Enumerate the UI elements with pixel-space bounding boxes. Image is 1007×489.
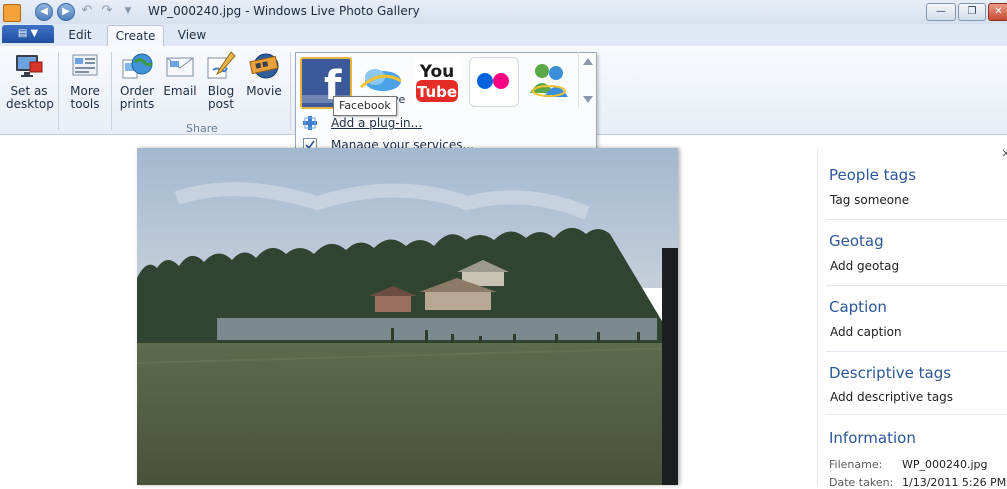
restore-button[interactable]: ❐: [958, 3, 986, 21]
pen-icon: [205, 50, 237, 82]
pane-divider: [826, 219, 1007, 220]
geotag-heading: Geotag: [829, 232, 884, 250]
more-tools-button[interactable]: More tools: [63, 50, 107, 111]
pane-divider: [826, 414, 1007, 415]
filename-value: WP_000240.jpg: [902, 458, 988, 471]
scroll-down-icon[interactable]: [583, 96, 593, 103]
tab-view[interactable]: View: [171, 25, 213, 45]
youtube-icon[interactable]: You Tube: [413, 57, 461, 105]
redo-icon[interactable]: ↷: [99, 3, 115, 19]
add-plugin-label: Add a plug-in...: [331, 116, 423, 130]
add-descriptive-tags-link[interactable]: Add descriptive tags: [830, 390, 953, 404]
film-icon: [248, 50, 280, 82]
window-title: WP_000240.jpg - Windows Live Photo Galle…: [148, 4, 420, 18]
more-tools-label: More tools: [70, 84, 100, 111]
add-caption-link[interactable]: Add caption: [830, 325, 902, 339]
descriptive-tags-heading: Descriptive tags: [829, 364, 952, 382]
email-label: Email: [163, 84, 197, 98]
undo-icon[interactable]: ↶: [79, 3, 95, 19]
title-bar: ◀ ▶ ↶ ↷ ▼ WP_000240.jpg - Windows Live P…: [0, 0, 1007, 25]
customize-toolbar-icon[interactable]: ▼: [120, 3, 136, 19]
scroll-up-icon[interactable]: [583, 58, 593, 65]
minimize-button[interactable]: —: [926, 3, 956, 21]
close-button[interactable]: ✕: [988, 3, 1007, 21]
tab-edit[interactable]: Edit: [62, 25, 98, 45]
ribbon-separator: [111, 52, 112, 130]
tag-someone-link[interactable]: Tag someone: [830, 193, 909, 207]
date-taken-label: Date taken:: [829, 476, 894, 489]
filename-label: Filename:: [829, 458, 883, 471]
date-taken-value: 1/13/2011 5:26 PM: [902, 476, 1007, 489]
movie-label: Movie: [246, 84, 282, 98]
back-icon[interactable]: ◀: [35, 3, 53, 21]
add-geotag-link[interactable]: Add geotag: [830, 259, 899, 273]
photo-preview[interactable]: [137, 148, 678, 485]
blog-post-button[interactable]: Blog post: [202, 50, 240, 111]
youtube-tube-text: Tube: [417, 83, 457, 101]
add-plugin-menu-item[interactable]: Add a plug-in...: [297, 113, 594, 133]
close-pane-icon[interactable]: ×: [1001, 146, 1007, 160]
information-heading: Information: [829, 429, 916, 447]
plugin-icon: [303, 116, 317, 130]
tab-create[interactable]: Create: [107, 25, 164, 46]
ribbon-tab-row: ▤ ▼ Edit Create View: [0, 24, 1007, 46]
people-tags-heading: People tags: [829, 166, 917, 184]
monitor-icon: [13, 50, 45, 82]
ribbon-separator: [290, 52, 291, 130]
caption-heading: Caption: [829, 298, 887, 316]
pane-divider: [826, 285, 1007, 286]
envelope-icon: [164, 50, 196, 82]
set-as-desktop-label: Set as desktop: [6, 84, 54, 111]
share-group-label: Share: [186, 122, 218, 135]
app-icon[interactable]: [3, 4, 21, 22]
forward-icon[interactable]: ▶: [57, 3, 75, 21]
movie-button[interactable]: Movie: [244, 50, 284, 98]
email-button[interactable]: Email: [162, 50, 198, 98]
messenger-icon[interactable]: [525, 57, 573, 105]
services-scrollbar[interactable]: [578, 52, 596, 108]
file-menu-button[interactable]: ▤ ▼: [2, 25, 54, 43]
globe-icon: [121, 50, 153, 82]
youtube-you-text: You: [419, 62, 455, 82]
order-prints-button[interactable]: Order prints: [117, 50, 157, 111]
blog-post-label: Blog post: [207, 84, 235, 111]
ribbon-separator: [58, 52, 59, 130]
facebook-tooltip: Facebook: [333, 96, 397, 116]
order-prints-label: Order prints: [119, 84, 155, 111]
tools-icon: [69, 50, 101, 82]
flickr-icon[interactable]: [469, 57, 519, 107]
set-as-desktop-button[interactable]: Set as desktop: [6, 50, 54, 111]
pane-divider: [826, 351, 1007, 352]
